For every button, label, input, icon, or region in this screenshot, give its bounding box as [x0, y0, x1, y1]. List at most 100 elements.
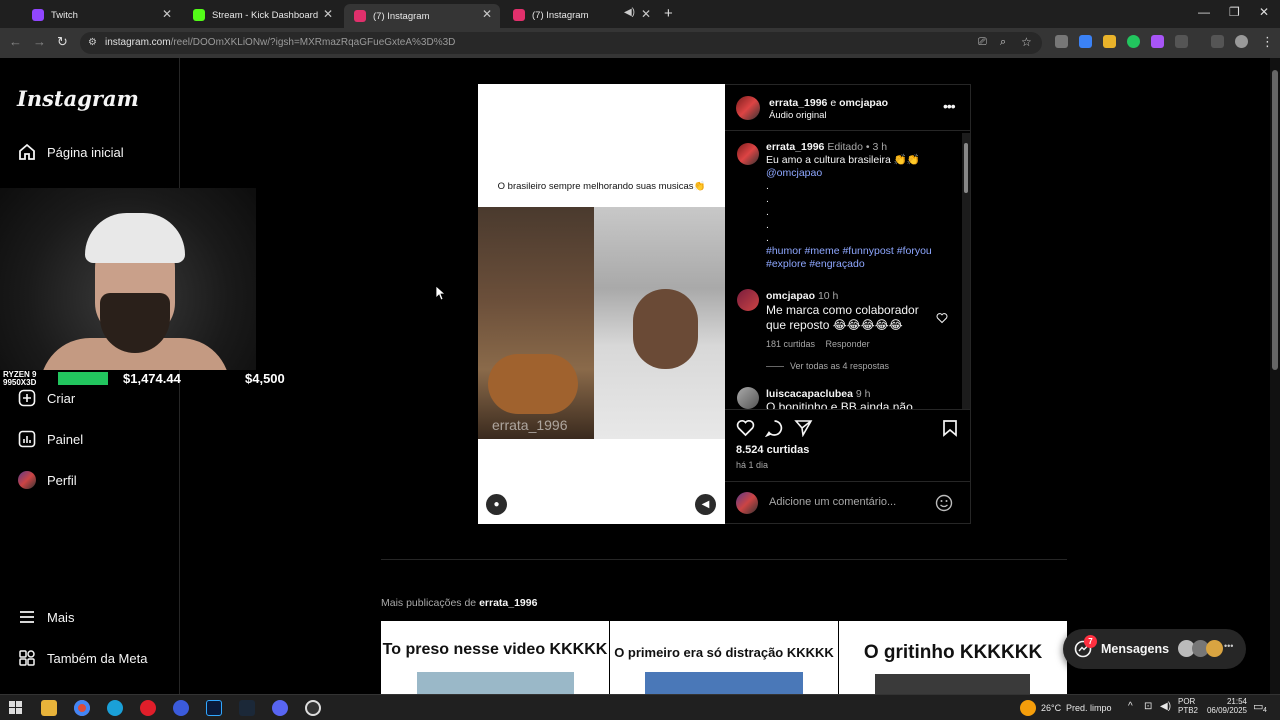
file-explorer-icon[interactable] — [41, 700, 57, 716]
reply-button[interactable]: Responder — [826, 339, 870, 349]
bookmark-star-icon[interactable]: ☆ — [1021, 35, 1032, 49]
back-icon[interactable]: ← — [9, 34, 22, 49]
close-icon[interactable]: ✕ — [641, 7, 651, 21]
chevron-up-icon[interactable]: ^ — [1128, 701, 1133, 712]
sidebar-item-home[interactable]: Página inicial — [17, 142, 124, 162]
photoshop-icon[interactable] — [206, 700, 222, 716]
avatar[interactable] — [737, 387, 759, 409]
comment-bubble-icon[interactable] — [764, 419, 784, 440]
extension-icon[interactable] — [1103, 35, 1116, 48]
speaker-icon[interactable]: ◀) — [624, 7, 635, 18]
comment-username[interactable]: omcjapao — [766, 290, 815, 302]
site-info-icon[interactable]: ⚙ — [88, 37, 97, 48]
new-tab-icon[interactable]: + — [664, 5, 673, 22]
post-thumbnail[interactable]: O primeiro era só distração KKKKK — [610, 621, 838, 694]
forward-icon[interactable]: → — [33, 34, 46, 49]
close-icon[interactable]: ✕ — [162, 7, 172, 21]
likes-count[interactable]: 8.524 curtidas — [736, 444, 809, 456]
chrome-icon[interactable] — [74, 700, 90, 716]
page-scrollbar[interactable] — [1270, 58, 1280, 694]
media-icon[interactable] — [1211, 35, 1224, 48]
reload-icon[interactable]: ↻ — [57, 34, 68, 50]
emoji-icon[interactable] — [935, 494, 953, 515]
url-text: instagram.com/reel/DOOmXKLiONw/?igsh=MXR… — [105, 37, 456, 48]
profile-avatar-icon[interactable] — [1235, 35, 1248, 48]
more-posts-user[interactable]: errata_1996 — [479, 597, 537, 609]
window-close-icon[interactable]: ✕ — [1259, 5, 1269, 19]
separator-dot: • — [865, 141, 870, 153]
maximize-icon[interactable]: ❐ — [1229, 5, 1240, 19]
volume-icon[interactable]: ◀ — [695, 494, 716, 515]
tab-instagram-active[interactable]: (7) Instagram ✕ — [344, 4, 500, 28]
author-link[interactable]: errata_1996 — [769, 97, 827, 109]
heart-icon[interactable] — [936, 312, 948, 327]
avatar[interactable] — [736, 96, 760, 120]
volume-icon[interactable]: ◀) — [1160, 701, 1171, 712]
post-thumbnail[interactable]: O gritinho KKKKKK — [839, 621, 1067, 694]
instagram-logo[interactable]: Instagram — [17, 86, 139, 111]
install-icon[interactable]: ⎚ — [978, 36, 987, 49]
app-v-icon[interactable] — [173, 700, 189, 716]
post-thumbnail[interactable]: To preso nesse video KKKKK — [381, 621, 609, 694]
mouse-cursor-icon — [436, 286, 446, 301]
save-bookmark-icon[interactable] — [942, 419, 958, 440]
tab-kick[interactable]: Stream - Kick Dashboard ✕ — [183, 4, 341, 26]
thumbnail-title: To preso nesse video KKKKK — [382, 641, 608, 658]
like-heart-icon[interactable] — [736, 419, 755, 440]
network-icon[interactable]: ⊡ — [1144, 701, 1152, 712]
comment-username[interactable]: luiscacapaclubea — [766, 388, 853, 400]
browser-menu-icon[interactable]: ⋮ — [1261, 34, 1274, 50]
tab-twitch[interactable]: Twitch ✕ — [22, 4, 180, 26]
extensions-puzzle-icon[interactable] — [1175, 35, 1188, 48]
extension-icon[interactable] — [1079, 35, 1092, 48]
extension-icon[interactable] — [1127, 35, 1140, 48]
avatar[interactable] — [737, 289, 759, 311]
extension-icon[interactable] — [1151, 35, 1164, 48]
weather-text[interactable]: Pred. limpo — [1066, 703, 1112, 713]
audio-link[interactable]: Áudio original — [769, 110, 827, 121]
comment-likes[interactable]: 181 curtidas — [766, 339, 815, 349]
share-send-icon[interactable] — [794, 419, 813, 440]
windows-start-icon[interactable] — [9, 701, 22, 717]
extension-shield-icon[interactable] — [1055, 35, 1068, 48]
coauthor-link[interactable]: omcjapao — [839, 97, 888, 109]
hashtags-line[interactable]: #humor #meme #funnypost #foryou — [766, 245, 956, 258]
hashtags-line[interactable]: #explore #engraçado — [766, 258, 956, 271]
comments-scrollbar[interactable] — [962, 133, 970, 409]
sidebar-item-create[interactable]: Criar — [17, 388, 75, 408]
language-indicator[interactable]: POR PTB2 — [1178, 697, 1198, 715]
discord-icon[interactable] — [272, 700, 288, 716]
sidebar-item-dashboard[interactable]: Painel — [17, 429, 83, 449]
avatar[interactable] — [737, 143, 759, 165]
sidebar-item-meta[interactable]: Também da Meta — [17, 648, 147, 668]
edge-icon[interactable] — [107, 700, 123, 716]
video-face-shape — [633, 289, 698, 369]
mention-link[interactable]: @omcjapao — [766, 167, 956, 180]
comment-input[interactable]: Adicione um comentário... — [769, 496, 896, 508]
comments-list: errata_1996 Editado • 3 h Eu amo a cultu… — [725, 131, 970, 409]
more-options-icon[interactable]: ••• — [943, 98, 956, 114]
clock[interactable]: 21:54 06/09/2025 — [1203, 697, 1247, 715]
sidebar-item-profile[interactable]: Perfil — [17, 470, 77, 490]
reel-video[interactable]: O brasileiro sempre melhorando suas musi… — [478, 84, 725, 524]
sidebar-item-more[interactable]: Mais — [17, 607, 74, 627]
messages-button[interactable]: 7 Mensagens ••• — [1063, 629, 1246, 669]
user-tag-icon[interactable]: ● — [486, 494, 507, 515]
zoom-icon[interactable]: ⌕ — [1000, 36, 1006, 49]
obs-icon[interactable] — [305, 700, 321, 716]
steam-icon[interactable] — [239, 700, 255, 716]
opera-icon[interactable] — [140, 700, 156, 716]
minimize-icon[interactable]: — — [1198, 5, 1210, 19]
close-icon[interactable]: ✕ — [482, 7, 492, 21]
temperature[interactable]: 26°C — [1041, 703, 1061, 713]
caption-username[interactable]: errata_1996 — [766, 141, 824, 153]
view-replies-button[interactable]: Ver todas as 4 respostas — [766, 361, 956, 371]
stream-hud: RYZEN 9 9950X3D $1,474.44 $4,500 — [0, 370, 300, 388]
comment: luiscacapaclubea 9 h O bonitinho e BB ai… — [766, 388, 956, 409]
webcam-overlay — [0, 188, 256, 370]
url-bar[interactable]: ⚙ instagram.com/reel/DOOmXKLiONw/?igsh=M… — [80, 32, 1042, 54]
tab-instagram[interactable]: (7) Instagram ◀) ✕ — [503, 4, 659, 26]
notification-icon[interactable]: ▭ — [1253, 700, 1263, 713]
close-icon[interactable]: ✕ — [323, 7, 333, 21]
menu-icon — [17, 607, 37, 627]
